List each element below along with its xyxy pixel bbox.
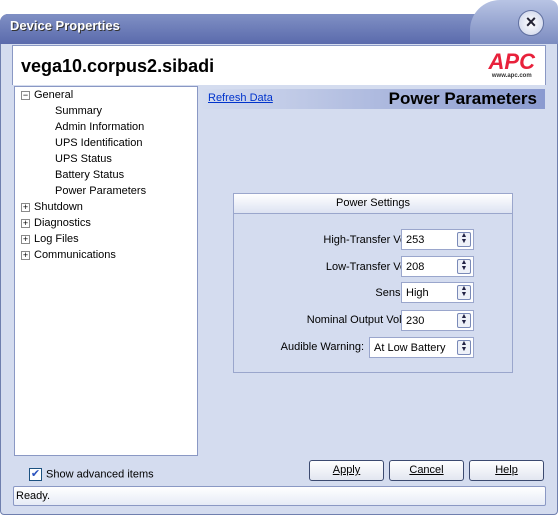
status-text: Ready. (16, 490, 51, 502)
expand-icon[interactable]: + (21, 234, 30, 244)
cancel-button[interactable]: Cancel (389, 460, 464, 481)
spinner-arrows-icon[interactable]: ▲ ▼ (457, 285, 471, 300)
group-title: Power Settings (234, 194, 512, 214)
spinner-arrows-icon[interactable]: ▲ ▼ (457, 259, 471, 274)
refresh-data-link[interactable]: Refresh Data (208, 92, 273, 104)
spinner-arrows-icon[interactable]: ▲ ▼ (457, 340, 471, 355)
tree-item-general[interactable]: − General (21, 89, 73, 101)
tree-item-battery-status[interactable]: Battery Status (55, 169, 124, 181)
high-transfer-voltage-spinner[interactable]: 253 ▲ ▼ (401, 229, 474, 250)
nominal-output-voltage-select[interactable]: 230 ▲ ▼ (401, 310, 474, 331)
panel-header: Refresh Data Power Parameters (199, 89, 545, 109)
expand-icon[interactable]: + (21, 218, 30, 228)
help-button[interactable]: Help (469, 460, 544, 481)
close-button[interactable]: × (518, 10, 544, 36)
navigation-tree[interactable]: − General Summary Admin Information UPS I… (14, 86, 198, 456)
sensitivity-select[interactable]: High ▲ ▼ (401, 282, 474, 303)
sensitivity-label: Sensitivity: (228, 287, 428, 299)
tree-item-ups-status[interactable]: UPS Status (55, 153, 112, 165)
tree-item-power-parameters[interactable]: Power Parameters (55, 185, 146, 197)
show-advanced-checkbox[interactable]: ✔ Show advanced items (29, 468, 154, 481)
spinner-arrows-icon[interactable]: ▲ ▼ (457, 232, 471, 247)
audible-warning-label: Audible Warning: (280, 341, 364, 353)
tree-item-shutdown[interactable]: + Shutdown (21, 201, 83, 213)
tree-item-log-files[interactable]: + Log Files (21, 233, 79, 245)
spinner-arrows-icon[interactable]: ▲ ▼ (457, 313, 471, 328)
device-header: vega10.corpus2.sibadi APC www.apc.com (12, 45, 546, 85)
expand-icon[interactable]: + (21, 250, 30, 260)
collapse-icon[interactable]: − (21, 90, 30, 100)
power-settings-group: Power Settings High-Transfer Voltage 253… (233, 193, 513, 373)
apply-button[interactable]: Apply (309, 460, 384, 481)
tree-item-communications[interactable]: + Communications (21, 249, 116, 261)
high-transfer-voltage-label: High-Transfer Voltage (323, 234, 430, 246)
window-title: Device Properties (10, 18, 120, 33)
audible-warning-select[interactable]: At Low Battery ▲ ▼ (369, 337, 474, 358)
checkmark-icon[interactable]: ✔ (29, 468, 42, 481)
expand-icon[interactable]: + (21, 202, 30, 212)
low-transfer-voltage-spinner[interactable]: 208 ▲ ▼ (401, 256, 474, 277)
low-transfer-voltage-label: Low-Transfer Voltage (325, 261, 430, 273)
close-icon: × (525, 12, 537, 32)
apc-logo: APC www.apc.com (488, 49, 535, 80)
page-title: Power Parameters (388, 89, 537, 108)
title-bar-corner (470, 0, 558, 44)
tree-item-admin-information[interactable]: Admin Information (55, 121, 144, 133)
tree-item-diagnostics[interactable]: + Diagnostics (21, 217, 91, 229)
tree-item-ups-identification[interactable]: UPS Identification (55, 137, 142, 149)
tree-item-summary[interactable]: Summary (55, 105, 102, 117)
nominal-output-voltage-label: Nominal Output Voltage: (306, 314, 426, 326)
hostname: vega10.corpus2.sibadi (21, 56, 215, 76)
status-bar: Ready. (13, 486, 546, 506)
